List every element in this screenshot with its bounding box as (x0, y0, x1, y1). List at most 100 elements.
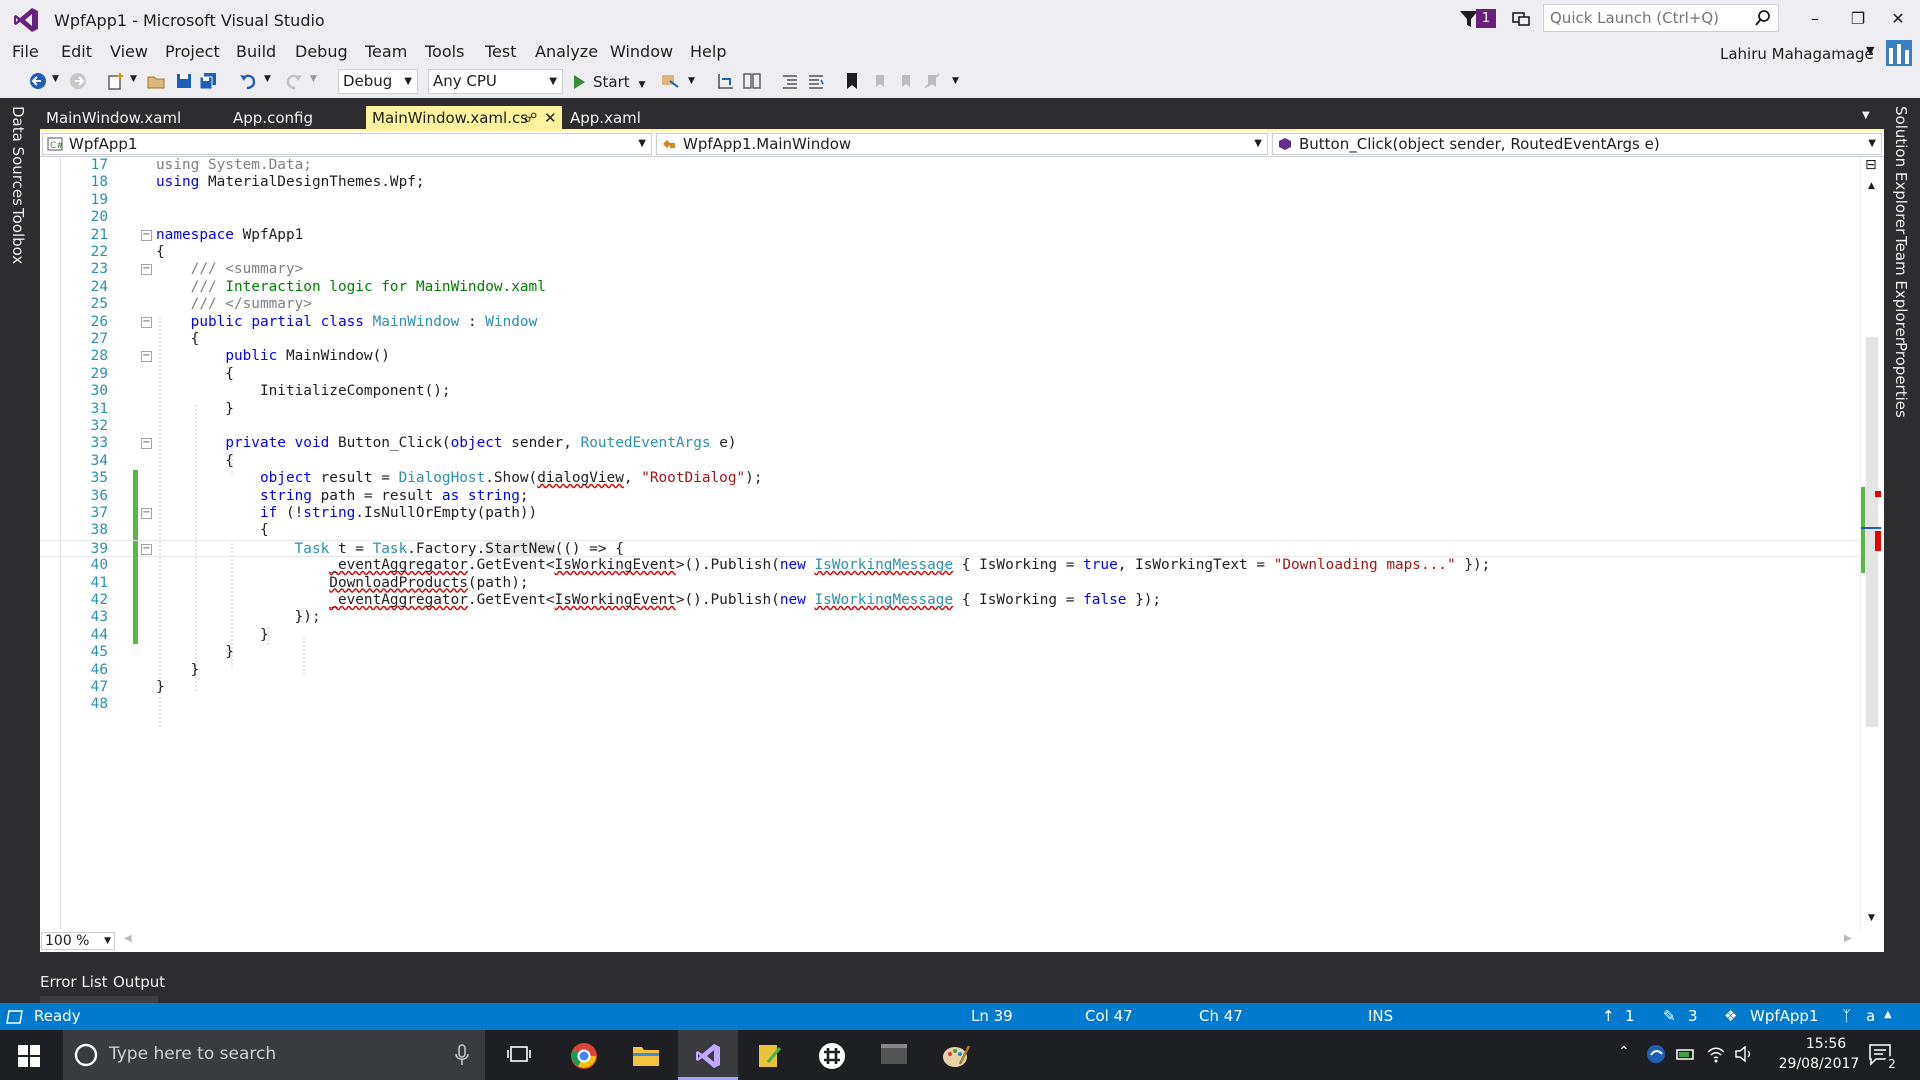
notification-count-badge[interactable]: 1 (1476, 9, 1496, 28)
taskbar-paint[interactable] (926, 1030, 986, 1080)
save-all-icon[interactable] (198, 71, 218, 91)
menu-debug[interactable]: Debug (295, 42, 348, 61)
quick-launch-box[interactable] (1543, 4, 1779, 32)
taskbar-terminal[interactable] (864, 1030, 924, 1080)
code-text[interactable]: } (156, 662, 200, 679)
code-text[interactable]: } (156, 401, 234, 418)
taskbar-file-explorer[interactable] (616, 1030, 676, 1080)
menu-help[interactable]: Help (690, 42, 726, 61)
chevron-down-icon[interactable]: ▼ (1866, 44, 1874, 57)
code-line-35[interactable]: 35 object result = DialogHost.Show(dialo… (40, 470, 1860, 488)
comment-out-icon[interactable] (780, 71, 800, 91)
tab-app-config[interactable]: App.config (227, 106, 319, 131)
chevron-down-icon[interactable]: ▼ (264, 74, 271, 84)
code-text[interactable]: object result = DialogHost.Show(dialogVi… (156, 470, 763, 487)
code-text[interactable]: public MainWindow() (156, 348, 390, 365)
code-text[interactable]: public partial class MainWindow : Window (156, 314, 538, 331)
code-line-24[interactable]: 24 /// Interaction logic for MainWindow.… (40, 279, 1860, 296)
code-text[interactable]: { (156, 244, 165, 261)
save-icon[interactable] (174, 71, 194, 91)
code-line-31[interactable]: 31 } (40, 401, 1860, 418)
repository-name[interactable]: WpfApp1 (1750, 1007, 1818, 1025)
code-line-25[interactable]: 25 /// </summary> (40, 296, 1860, 313)
code-text[interactable]: InitializeComponent(); (156, 383, 451, 400)
navigate-forward-icon[interactable] (68, 71, 88, 91)
code-line-45[interactable]: 45 } (40, 644, 1860, 661)
member-combo[interactable]: Button_Click(object sender, RoutedEventA… (1272, 133, 1882, 155)
code-text[interactable]: } (156, 679, 165, 696)
code-line-44[interactable]: 44 } (40, 626, 1860, 645)
clear-bookmarks-icon[interactable] (922, 71, 942, 91)
code-text[interactable]: { (156, 453, 234, 470)
code-text[interactable]: _eventAggregator.GetEvent<IsWorkingEvent… (156, 557, 1490, 574)
step-into-icon[interactable] (716, 71, 736, 91)
split-window-icon[interactable]: ⊟ (1865, 157, 1877, 173)
vertical-scrollbar[interactable]: ⊟ ▲ ▼ (1860, 157, 1884, 930)
clock-time[interactable]: 15:56 (1790, 1036, 1862, 1052)
collapse-icon[interactable]: − (141, 508, 152, 519)
solution-view-icon[interactable] (742, 71, 762, 91)
tab-output[interactable]: Output (113, 969, 165, 995)
close-button[interactable]: ✕ (1883, 6, 1913, 32)
search-icon[interactable] (1754, 9, 1772, 27)
code-text[interactable]: string path = result as string; (156, 488, 529, 505)
code-line-30[interactable]: 30 InitializeComponent(); (40, 383, 1860, 400)
notification-count[interactable]: 2 (1884, 1056, 1900, 1072)
restore-button[interactable]: ❐ (1843, 6, 1873, 32)
code-line-29[interactable]: 29 { (40, 366, 1860, 383)
code-editor[interactable]: 17 using System.Data; 18 using MaterialDesi… (40, 157, 1884, 930)
code-line-17[interactable]: 17 using System.Data; (40, 157, 1860, 174)
code-text[interactable]: { (156, 331, 200, 348)
collapse-icon[interactable]: − (141, 316, 152, 328)
code-text[interactable]: DownloadProducts(path); (156, 575, 528, 592)
code-text[interactable]: } (156, 644, 234, 661)
code-text[interactable]: { (156, 522, 269, 539)
repository-icon[interactable]: ❖ (1724, 1007, 1737, 1025)
code-line-42[interactable]: 42 _eventAggregator.GetEvent<IsWorkingEv… (40, 592, 1860, 610)
scroll-down-icon[interactable]: ▼ (1868, 913, 1875, 923)
code-line-28[interactable]: 28 − public MainWindow() (40, 348, 1860, 365)
menu-file[interactable]: File (12, 42, 39, 61)
properties-tab[interactable]: Properties (1892, 342, 1910, 418)
toolbar-overflow-icon[interactable]: ▼ (952, 76, 959, 86)
code-line-39[interactable]: 39 − Task t = Task.Factory.StartNew(() =>… (40, 539, 1860, 559)
code-line-43[interactable]: 43 }); (40, 609, 1860, 627)
zoom-combo[interactable]: 100 % ▼ (41, 932, 115, 950)
close-icon[interactable]: ✕ (544, 106, 557, 131)
scroll-up-icon[interactable]: ▲ (1868, 181, 1875, 191)
code-text[interactable]: /// </summary> (156, 296, 312, 313)
code-line-20[interactable]: 20 (40, 209, 1860, 226)
code-line-40[interactable]: 40 _eventAggregator.GetEvent<IsWorkingEv… (40, 557, 1860, 575)
code-text[interactable]: /// <summary> (156, 261, 304, 278)
feedback-icon[interactable] (1510, 8, 1532, 30)
code-line-26[interactable]: 26 − public partial class MainWindow : Wi… (40, 314, 1860, 331)
collapse-icon[interactable]: − (141, 438, 152, 450)
show-hidden-icons-icon[interactable]: ⌃ (1618, 1044, 1630, 1060)
browser-link-icon[interactable] (660, 71, 680, 91)
taskbar-notes-app[interactable] (740, 1030, 800, 1080)
tab-error-list[interactable]: Error List (40, 969, 108, 995)
toolbox-tab[interactable]: Toolbox (9, 208, 27, 264)
minimize-button[interactable]: – (1800, 6, 1830, 32)
redo-icon[interactable] (284, 71, 304, 91)
tab-app-xaml[interactable]: App.xaml (564, 106, 647, 131)
tab-mainwindow-xaml[interactable]: MainWindow.xaml (40, 106, 187, 131)
bookmark-icon[interactable] (842, 71, 862, 91)
next-bookmark-icon[interactable] (896, 71, 916, 91)
open-folder-icon[interactable] (146, 71, 166, 91)
new-project-icon[interactable] (106, 71, 126, 91)
chevron-up-icon[interactable]: ▲ (1884, 1009, 1892, 1020)
code-text[interactable]: private void Button_Click(object sender,… (156, 435, 736, 452)
code-text[interactable]: if (!string.IsNullOrEmpty(path)) (156, 505, 537, 522)
code-text[interactable]: } (156, 627, 269, 644)
code-line-47[interactable]: 47} (40, 679, 1860, 696)
code-line-22[interactable]: 22 { (40, 244, 1860, 261)
type-combo[interactable]: WpfApp1.MainWindow ▼ (656, 133, 1268, 155)
code-text[interactable]: }); (156, 609, 321, 626)
collapse-icon[interactable]: − (141, 543, 152, 555)
solution-explorer-tab[interactable]: Solution Explorer (1892, 106, 1910, 234)
arrow-up-icon[interactable]: ↑ (1602, 1007, 1615, 1025)
windows-start-icon[interactable] (18, 1045, 40, 1067)
code-line-37[interactable]: 37 − if (!string.IsNullOrEmpty(path)) (40, 505, 1860, 523)
code-line-41[interactable]: 41 DownloadProducts(path); (40, 574, 1860, 592)
